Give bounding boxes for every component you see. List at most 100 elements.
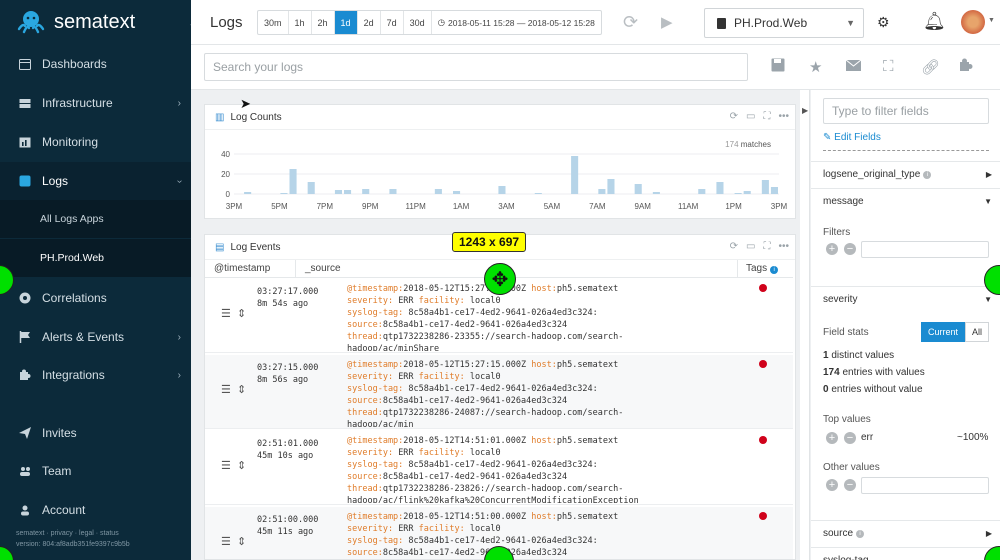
other-values-input[interactable] [861,477,989,494]
menu-icon[interactable]: ☰ [221,460,231,472]
chart-bar[interactable] [453,191,461,194]
chart-bar[interactable] [434,189,442,194]
link-icon[interactable]: 🔗︎ [921,58,940,76]
chart-bar[interactable] [244,192,252,194]
field-source[interactable]: source i ▶ [811,520,1000,546]
range-2d-button[interactable]: 2d [358,11,381,34]
app-selector[interactable]: PH.Prod.Web ▼ [704,8,864,38]
expand-icon[interactable]: ⛶ [763,241,770,252]
message-filter-input[interactable] [861,241,989,258]
sidebar-item-dashboards[interactable]: Dashboards [0,45,191,83]
refresh-icon[interactable]: ⟳ [730,111,738,122]
field-severity[interactable]: severity ▼ [811,286,1000,312]
range-30d-button[interactable]: 30d [404,11,432,34]
star-icon[interactable]: ★ [809,58,822,76]
sidebar-subitem-all-logs-apps[interactable]: All Logs Apps [0,200,191,238]
chart-bar[interactable] [289,169,297,194]
menu-icon[interactable]: ☰ [221,384,231,396]
avatar[interactable] [961,10,985,34]
chart-bar[interactable] [743,191,751,194]
menu-icon[interactable]: ☰ [221,308,231,320]
sematext-logo[interactable]: sematext [14,9,135,35]
search-input[interactable] [204,53,748,81]
chart-bar[interactable] [598,189,606,194]
puzzle-icon[interactable] [959,58,973,76]
field-logsene-original-type[interactable]: logsene_original_type i ▶ [811,161,1000,187]
field-filter-input[interactable] [823,98,989,124]
field-message[interactable]: message ▼ [811,188,1000,214]
range-1d-button[interactable]: 1d [334,11,358,34]
column-header-timestamp[interactable]: @timestamp [214,263,270,274]
chart-bar[interactable] [652,192,660,194]
sidebar-item-infrastructure[interactable]: Infrastructure › [0,84,191,122]
refresh-icon[interactable]: ⟳ [623,12,638,33]
chart-bar[interactable] [770,187,778,194]
save-icon[interactable] [771,58,785,76]
chart-bar[interactable] [498,186,506,194]
expand-row-icon[interactable]: ⇕ [237,308,246,320]
expand-row-icon[interactable]: ⇕ [237,384,246,396]
chart-bar[interactable] [571,156,579,194]
sidebar-item-alerts-events[interactable]: Alerts & Events › [0,318,191,356]
sidebar-item-logs[interactable]: Logs › [0,162,191,200]
chart-bar[interactable] [716,182,724,194]
sidebar-item-integrations[interactable]: Integrations › [0,356,191,394]
menu-icon[interactable]: ☰ [221,536,231,548]
minimize-icon[interactable]: ▭ [746,111,755,122]
sidebar-item-invites[interactable]: Invites [0,414,191,452]
settings-icon[interactable]: ⚙ [877,14,890,31]
range-30m-button[interactable]: 30m [258,11,289,34]
minimize-icon[interactable]: ▭ [746,241,755,252]
chart-bar[interactable] [389,189,397,194]
more-icon[interactable]: ••• [778,241,789,252]
stats-current-button[interactable]: Current [921,322,966,342]
range-1h-button[interactable]: 1h [289,11,312,34]
minus-icon[interactable]: − [844,479,856,491]
play-icon[interactable]: ▶ [661,13,673,31]
chart-bar[interactable] [734,193,742,194]
chart-bar[interactable] [344,190,352,194]
chart-bar[interactable] [307,182,315,194]
stats-all-button[interactable]: All [965,322,990,342]
field-syslog-tag[interactable]: syslog-tag [811,547,1000,560]
plus-icon[interactable]: + [826,479,838,491]
expand-icon[interactable]: ⛶ [883,58,894,75]
sidebar-subitem-ph-prod-web[interactable]: PH.Prod.Web [0,239,191,277]
chart-bar[interactable] [698,189,706,194]
envelope-icon[interactable] [845,58,862,75]
footer-links[interactable]: sematext · privacy · legal · status [16,528,130,539]
right-panel-toggle[interactable]: ▶ [800,90,810,560]
expand-row-icon[interactable]: ⇕ [237,460,246,472]
minus-icon[interactable]: − [844,432,856,444]
chart-bar[interactable] [607,179,615,194]
column-header-source[interactable]: _source [305,263,341,274]
edit-fields-link[interactable]: ✎ Edit Fields [823,132,881,143]
with-values-label: entries with values [842,367,925,378]
sidebar-item-account[interactable]: Account [0,491,191,529]
more-icon[interactable]: ••• [778,111,789,122]
chart-bar[interactable] [761,180,769,194]
bell-icon[interactable]: 🔔︎ [923,11,946,32]
date-range-picker[interactable]: ◷ 2018-05-11 15:28 — 2018-05-12 15:28 [432,11,601,34]
field-name: logsene_original_type [823,169,921,180]
table-row[interactable]: 03:27:15.000 8m 56s ago ☰ ⇕ @timestamp:2018… [205,355,793,429]
range-7d-button[interactable]: 7d [381,11,404,34]
range-2h-button[interactable]: 2h [312,11,335,34]
plus-icon[interactable]: + [826,243,838,255]
chart-bar[interactable] [534,193,542,194]
expand-row-icon[interactable]: ⇕ [237,536,246,548]
minus-icon[interactable]: − [844,243,856,255]
chart-bar[interactable] [634,184,642,194]
chart-bar[interactable] [280,193,288,194]
table-row[interactable]: 02:51:01.000 45m 10s ago ☰ ⇕ @timestamp:201… [205,431,793,505]
chart-bar[interactable] [362,189,370,194]
sidebar-item-correlations[interactable]: Correlations [0,279,191,317]
sidebar-item-monitoring[interactable]: Monitoring [0,123,191,161]
refresh-icon[interactable]: ⟳ [730,241,738,252]
expand-icon[interactable]: ⛶ [763,111,770,122]
column-header-tags[interactable]: Tags i [746,263,779,274]
caret-down-icon[interactable]: ▼ [988,17,995,24]
sidebar-item-team[interactable]: Team [0,452,191,490]
chart-bar[interactable] [334,190,342,194]
plus-icon[interactable]: + [826,432,838,444]
